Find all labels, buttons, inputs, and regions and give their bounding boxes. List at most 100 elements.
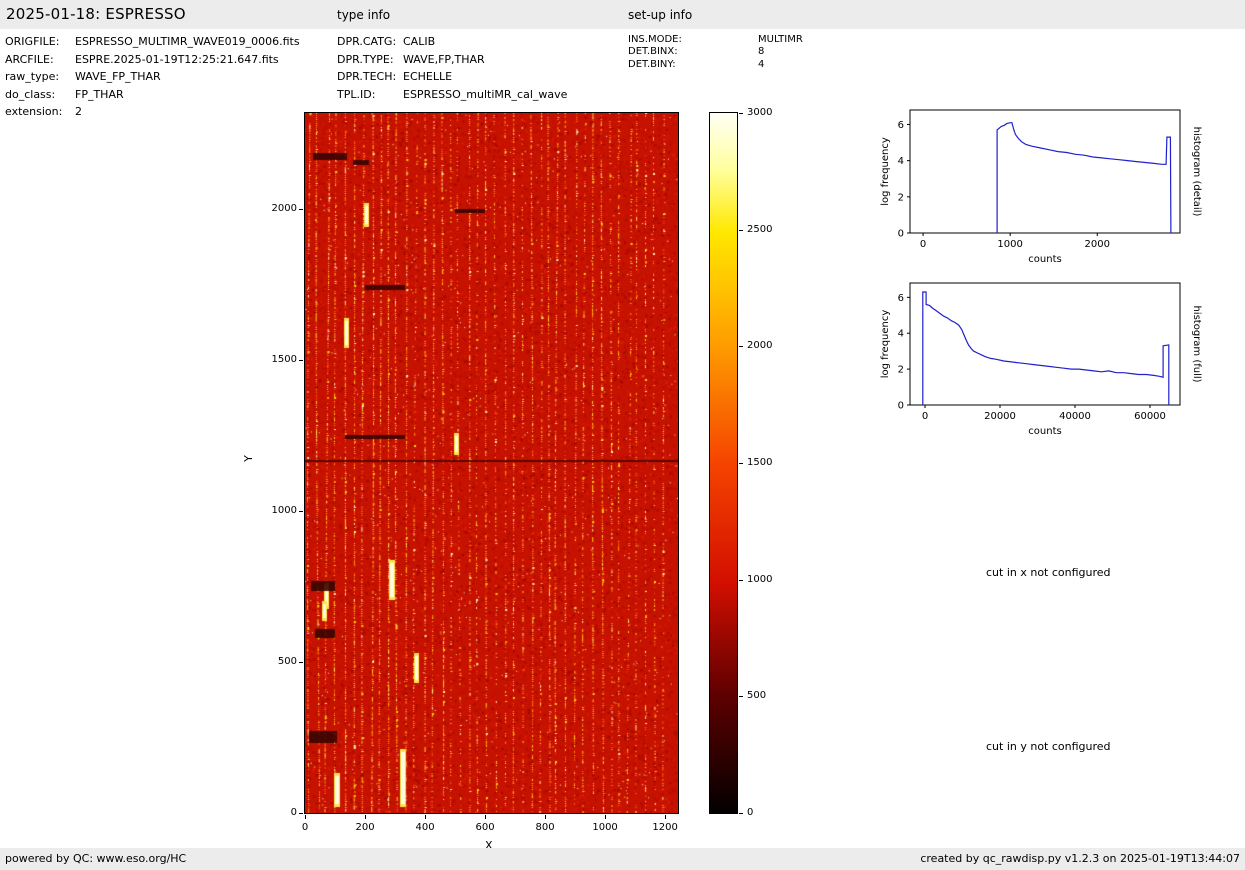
meta-value: CALIB [403, 35, 436, 48]
colorbar-tick [739, 579, 743, 581]
main-plot-xtick [665, 815, 667, 819]
axes-frame [909, 282, 1181, 406]
main-plot-xtick [545, 815, 547, 819]
meta-value: ECHELLE [403, 70, 453, 83]
main-plot-xtick-label: 400 [415, 822, 435, 833]
xtick-label: 60000 [1134, 411, 1166, 422]
ytick-label: 2 [898, 192, 904, 203]
meta-label: TPL.ID: [337, 87, 376, 101]
meta-row-origfile: ORIGFILE: ESPRESSO_MULTIMR_WAVE019_0006.f… [5, 33, 300, 51]
axes-frame [909, 109, 1181, 234]
footer-bar: powered by QC: www.eso.org/HC created by… [0, 848, 1245, 870]
colorbar-tick-label: 1500 [747, 457, 773, 468]
meta-value: MULTIMR [758, 34, 803, 45]
main-plot-xtick-label: 200 [355, 822, 375, 833]
ytick-label: 0 [898, 229, 904, 240]
hist-side-label: histogram (detail) [1191, 127, 1202, 217]
hist-xlabel: counts [1028, 426, 1061, 437]
meta-label: INS.MODE: [628, 34, 682, 45]
meta-label: DPR.CATG: [337, 35, 397, 48]
metadata-type-column: DPR.CATG: CALIB DPR.TYPE: WAVE,FP,THAR DPR… [337, 33, 567, 103]
meta-row-dprtype: DPR.TYPE: WAVE,FP,THAR [337, 51, 567, 69]
meta-value: ESPRE.2025-01-19T12:25:21.647.fits [75, 52, 279, 66]
colorbar-tick [739, 696, 743, 698]
xtick-label: 0 [920, 239, 926, 250]
cut-in-y-message: cut in y not configured [986, 740, 1111, 753]
main-plot-ytick [299, 813, 303, 814]
main-plot-ylabel: Y [241, 455, 255, 462]
main-plot-ytick-label: 0 [290, 807, 297, 818]
meta-value: 8 [758, 46, 765, 58]
main-plot-ytick [299, 510, 303, 512]
meta-value: 2 [75, 105, 82, 118]
meta-row-arcfile: ARCFILE: ESPRE.2025-01-19T12:25:21.647.fi… [5, 51, 300, 69]
colorbar-tick-label: 500 [747, 690, 767, 702]
meta-value: ESPRESSO_multiMR_cal_wave [403, 87, 568, 101]
meta-label: ARCFILE: [5, 52, 54, 66]
xtick-label: 0 [922, 411, 928, 422]
main-plot-xtick [485, 815, 487, 819]
colorbar-tick-label: 1000 [747, 573, 773, 585]
meta-row-insmode: INS.MODE: MULTIMR [628, 34, 803, 46]
setup-info-heading: set-up info [628, 8, 693, 22]
xtick-label: 2000 [1085, 239, 1110, 250]
meta-label: extension: [5, 105, 63, 118]
raw-frame-image [305, 113, 678, 813]
cut-in-x-message: cut in x not configured [986, 566, 1111, 579]
meta-value: FP_THAR [75, 87, 124, 101]
header-bar: 2025-01-18: ESPRESSO type info set-up in… [0, 0, 1245, 29]
meta-row-detbiny: DET.BINY: 4 [628, 59, 803, 71]
colorbar-tick-label: 0 [747, 807, 754, 818]
histogram-line [996, 122, 1172, 234]
colorbar-tick [739, 813, 743, 814]
histogram-detail-plot: 0 1000 2000 0 2 4 6 counts log frequency histogra… [880, 109, 1202, 265]
meta-value: WAVE_FP_THAR [75, 70, 161, 83]
colorbar-tick-label: 3000 [747, 107, 773, 118]
ytick-label: 6 [898, 293, 904, 304]
meta-row-detbinx: DET.BINX: 8 [628, 46, 803, 58]
main-plot-xtick-label: 0 [301, 822, 309, 833]
main-plot-xtick-label: 1200 [652, 822, 678, 833]
ytick-label: 4 [898, 329, 904, 340]
metadata-setup-column: INS.MODE: MULTIMR DET.BINX: 8 DET.BINY: 4 [628, 34, 803, 71]
meta-row-extension: extension: 2 [5, 103, 300, 121]
footer-created-by: created by qc_rawdisp.py v1.2.3 on 2025-… [920, 852, 1240, 865]
colorbar-tick-label: 2000 [747, 340, 773, 352]
main-plot-ytick [299, 208, 303, 210]
qc-report-page: 2025-01-18: ESPRESSO type info set-up in… [0, 0, 1245, 870]
main-plot-xtick-label: 1000 [592, 822, 618, 833]
histogram-full-plot: 0 20000 40000 60000 0 2 4 6 counts log frequency h… [880, 282, 1202, 437]
hist-ylabel: log frequency [880, 137, 891, 206]
main-plot-ytick-label: 2000 [271, 202, 297, 214]
meta-label: DET.BINY: [628, 58, 676, 70]
meta-label: DPR.TECH: [337, 70, 397, 83]
colorbar-tick-label: 2500 [747, 223, 773, 235]
metadata-file-column: ORIGFILE: ESPRESSO_MULTIMR_WAVE019_0006.f… [5, 33, 300, 121]
xtick-label: 40000 [1059, 411, 1091, 422]
meta-row-rawtype: raw_type: WAVE_FP_THAR [5, 68, 300, 86]
colorbar-tick [739, 113, 743, 114]
ytick-label: 2 [898, 365, 904, 376]
main-plot-ytick-label: 1500 [271, 353, 297, 365]
meta-value: 4 [758, 58, 765, 70]
meta-value: ESPRESSO_MULTIMR_WAVE019_0006.fits [75, 35, 300, 48]
footer-powered-by: powered by QC: www.eso.org/HC [5, 852, 187, 865]
meta-label: do_class: [5, 87, 56, 101]
xtick-label: 1000 [997, 239, 1022, 250]
colorbar-tick [739, 346, 743, 348]
hist-xlabel: counts [1028, 254, 1061, 265]
main-plot-ytick-label: 500 [277, 655, 297, 667]
meta-value: WAVE,FP,THAR [403, 52, 485, 66]
meta-row-dprtech: DPR.TECH: ECHELLE [337, 68, 567, 86]
meta-label: raw_type: [5, 70, 60, 83]
main-plot-xtick [305, 815, 306, 819]
meta-label: DPR.TYPE: [337, 52, 394, 66]
colorbar-tick [739, 229, 743, 231]
hist-side-label: histogram (full) [1191, 305, 1202, 382]
histogram-line [922, 291, 1170, 405]
main-plot-xtick-label: 800 [535, 822, 555, 833]
main-plot-ytick [299, 359, 303, 361]
colorbar-gradient [710, 113, 737, 813]
main-plot-xtick [605, 815, 607, 819]
main-plot-xtick [365, 815, 367, 819]
